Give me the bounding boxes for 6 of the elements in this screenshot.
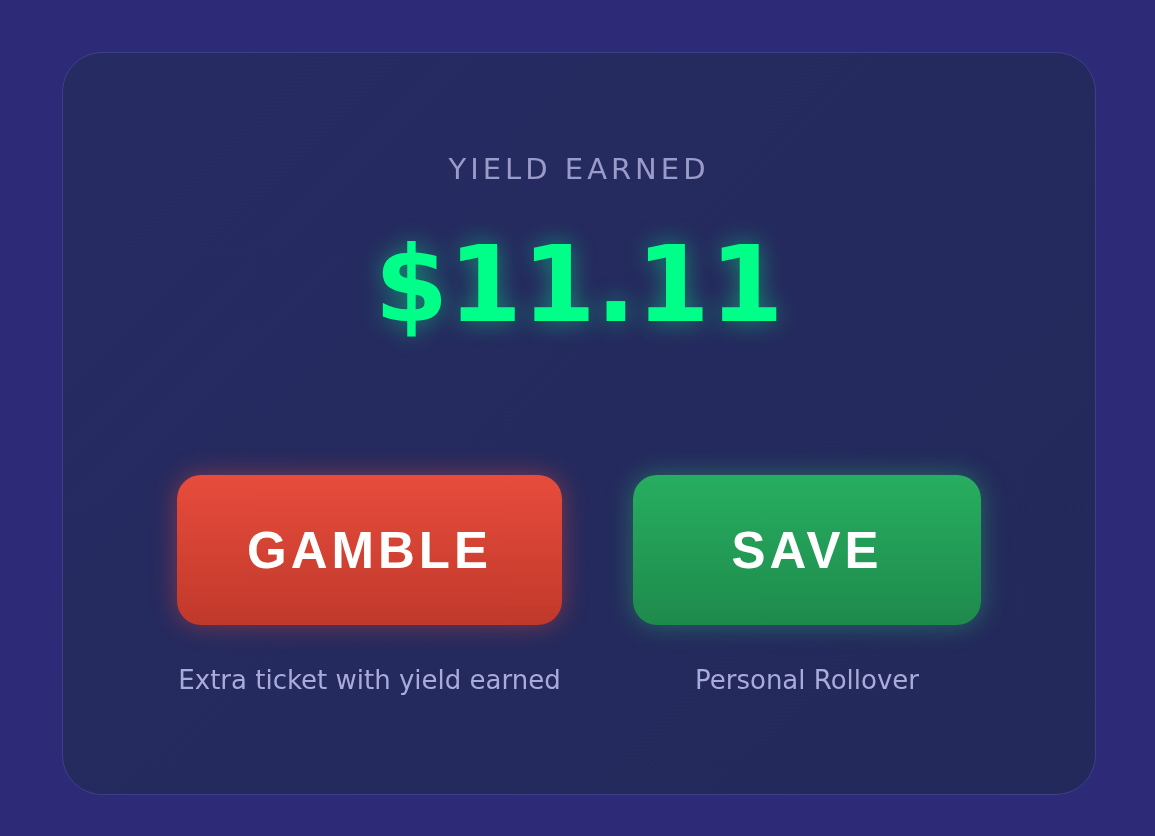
yield-amount: $11.11: [374, 225, 784, 345]
option-caption: Personal Rollover: [695, 665, 919, 695]
gamble-button[interactable]: GAMBLE: [177, 475, 562, 625]
option-caption: Extra ticket with yield earned: [178, 665, 561, 695]
save-button[interactable]: SAVE: [633, 475, 981, 625]
yield-title: YIELD EARNED: [448, 151, 710, 188]
